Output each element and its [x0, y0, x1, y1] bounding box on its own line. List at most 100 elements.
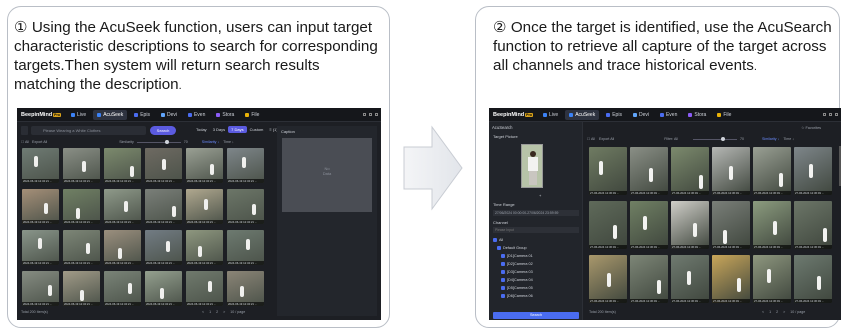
- time-filter-3[interactable]: Custom: [247, 126, 267, 133]
- result-thumbnail[interactable]: 2024-06-19 12:34:21 ...: [63, 148, 100, 183]
- result-thumbnail[interactable]: 27-06-2024 12:36:49 ...: [671, 147, 709, 195]
- result-thumbnail[interactable]: 27-06-2024 12:36:49 ...: [589, 147, 627, 195]
- result-thumbnail[interactable]: 2024-06-19 12:34:21 ...: [145, 148, 182, 183]
- result-thumbnail[interactable]: 2024-06-19 12:34:21 ...: [186, 148, 223, 183]
- result-thumbnail[interactable]: 2024-06-19 12:34:21 ...: [22, 271, 59, 306]
- result-thumbnail[interactable]: 2024-06-19 12:34:21 ...: [22, 189, 59, 224]
- time-filter-0[interactable]: Today: [193, 126, 210, 133]
- result-thumbnail[interactable]: 2024-06-19 12:34:21 ...: [186, 271, 223, 306]
- result-thumbnail[interactable]: 2024-06-19 12:34:21 ...: [145, 271, 182, 306]
- result-thumbnail[interactable]: 27-06-2024 12:36:49 ...: [589, 255, 627, 303]
- checkbox-icon[interactable]: [501, 254, 505, 258]
- result-thumbnail[interactable]: 2024-06-19 12:34:21 ...: [227, 230, 264, 265]
- result-thumbnail[interactable]: 2024-06-19 12:34:21 ...: [145, 189, 182, 224]
- pager-item[interactable]: >: [223, 310, 225, 314]
- sort-time[interactable]: Time ↓: [223, 140, 234, 144]
- checkbox-icon[interactable]: [501, 278, 505, 282]
- pager-item[interactable]: >: [783, 310, 785, 314]
- time-range-input[interactable]: 27/06/2024 00:00:00-27/06/2024 23:59:59: [493, 210, 579, 216]
- result-thumbnail[interactable]: 27-06-2024 12:36:49 ...: [712, 255, 750, 303]
- similarity-slider[interactable]: [693, 137, 737, 141]
- result-thumbnail[interactable]: 27-06-2024 12:36:49 ...: [671, 201, 709, 249]
- result-thumbnail[interactable]: 2024-06-19 12:34:21 ...: [186, 230, 223, 265]
- pager-item[interactable]: 10 / page: [790, 310, 805, 314]
- filter-select[interactable]: Filter: All: [664, 137, 678, 141]
- checkbox-icon[interactable]: [501, 286, 505, 290]
- result-thumbnail[interactable]: 2024-06-19 12:34:21 ...: [227, 189, 264, 224]
- result-thumbnail[interactable]: 27-06-2024 12:36:49 ...: [630, 255, 668, 303]
- result-thumbnail[interactable]: 27-06-2024 12:36:49 ...: [753, 147, 791, 195]
- minimize-icon[interactable]: [363, 113, 366, 116]
- channel-tree-item[interactable]: Default Group: [493, 244, 579, 252]
- channel-tree-item[interactable]: All: [493, 236, 579, 244]
- tab-stora[interactable]: Stora: [212, 110, 238, 120]
- result-scrollbar[interactable]: [839, 146, 841, 186]
- minimize-icon[interactable]: [823, 113, 826, 116]
- checkbox-icon[interactable]: [501, 262, 505, 266]
- pager-item[interactable]: 10 / page: [230, 310, 245, 314]
- tab-epis[interactable]: Epis: [130, 110, 154, 120]
- target-picture[interactable]: [521, 144, 543, 188]
- select-all-checkbox[interactable]: ☐ All: [21, 140, 29, 144]
- result-thumbnail[interactable]: 2024-06-19 12:34:21 ...: [145, 230, 182, 265]
- tab-acuseek[interactable]: AcuSeek: [93, 109, 128, 120]
- search-button[interactable]: Search: [150, 126, 176, 135]
- channel-tree-item[interactable]: [D1]Camera 01: [493, 252, 579, 260]
- sort-similarity[interactable]: Similarity ↓: [202, 140, 219, 144]
- target-picture-add-icon[interactable]: +: [539, 193, 541, 198]
- result-thumbnail[interactable]: 2024-06-19 12:34:21 ...: [104, 189, 141, 224]
- result-thumbnail[interactable]: 27-06-2024 12:36:49 ...: [630, 147, 668, 195]
- filter-toggle-icon[interactable]: [21, 126, 28, 135]
- channel-tree-item[interactable]: [D2]Camera 02: [493, 260, 579, 268]
- pager-item[interactable]: 2: [216, 310, 218, 314]
- tab-stora[interactable]: Stora: [684, 110, 710, 120]
- tab-even[interactable]: Even: [656, 110, 681, 120]
- result-thumbnail[interactable]: 2024-06-19 12:34:21 ...: [22, 230, 59, 265]
- tab-epis[interactable]: Epis: [602, 110, 626, 120]
- result-thumbnail[interactable]: 27-06-2024 12:36:49 ...: [753, 255, 791, 303]
- close-icon[interactable]: [835, 113, 838, 116]
- checkbox-icon[interactable]: [493, 238, 497, 242]
- tab-devi[interactable]: Devi: [629, 110, 653, 120]
- description-search-input[interactable]: Please Wearing a White Clothes: [31, 126, 146, 135]
- sort-similarity[interactable]: Similarity ↓: [762, 137, 779, 141]
- result-thumbnail[interactable]: 27-06-2024 12:36:49 ...: [794, 147, 832, 195]
- result-thumbnail[interactable]: 27-06-2024 12:36:49 ...: [794, 201, 832, 249]
- search-button[interactable]: Search: [493, 312, 579, 319]
- result-thumbnail[interactable]: 27-06-2024 12:36:49 ...: [753, 201, 791, 249]
- tab-acuseek[interactable]: AcuSeek: [565, 109, 600, 120]
- pager-item[interactable]: 1: [769, 310, 771, 314]
- channel-filter-input[interactable]: Please Input: [493, 227, 579, 233]
- channel-tree-item[interactable]: [D6]Camera 06: [493, 292, 579, 300]
- result-thumbnail[interactable]: 2024-06-19 12:34:21 ...: [227, 271, 264, 306]
- tab-file[interactable]: File: [713, 110, 735, 120]
- tab-devi[interactable]: Devi: [157, 110, 181, 120]
- similarity-slider[interactable]: [136, 140, 181, 144]
- tab-file[interactable]: File: [241, 110, 263, 120]
- channel-tree-item[interactable]: [D4]Camera 04: [493, 276, 579, 284]
- result-thumbnail[interactable]: 27-06-2024 12:36:49 ...: [794, 255, 832, 303]
- tab-even[interactable]: Even: [184, 110, 209, 120]
- favorites-button[interactable]: ☆ Favorites: [801, 125, 821, 130]
- result-thumbnail[interactable]: 27-06-2024 12:36:49 ...: [589, 201, 627, 249]
- checkbox-icon[interactable]: [501, 270, 505, 274]
- maximize-icon[interactable]: [369, 113, 372, 116]
- channel-tree-item[interactable]: [D5]Camera 05: [493, 284, 579, 292]
- pager-item[interactable]: 1: [209, 310, 211, 314]
- checkbox-icon[interactable]: [501, 294, 505, 298]
- time-filter-1[interactable]: 3 Days: [210, 126, 228, 133]
- select-all-checkbox[interactable]: ☐ All: [587, 137, 595, 141]
- result-thumbnail[interactable]: 2024-06-19 12:34:21 ...: [22, 148, 59, 183]
- result-thumbnail[interactable]: 2024-06-19 12:34:21 ...: [63, 189, 100, 224]
- close-icon[interactable]: [375, 113, 378, 116]
- result-thumbnail[interactable]: 2024-06-19 12:34:21 ...: [63, 271, 100, 306]
- pager-item[interactable]: 2: [776, 310, 778, 314]
- result-thumbnail[interactable]: 27-06-2024 12:36:49 ...: [671, 255, 709, 303]
- pager-item[interactable]: <: [762, 310, 764, 314]
- maximize-icon[interactable]: [829, 113, 832, 116]
- time-filter-2[interactable]: 7 Days: [228, 126, 247, 133]
- result-thumbnail[interactable]: 2024-06-19 12:34:21 ...: [104, 148, 141, 183]
- tab-live[interactable]: Live: [539, 110, 562, 120]
- channel-tree-item[interactable]: [D3]Camera 03: [493, 268, 579, 276]
- sort-time[interactable]: Time ↓: [783, 137, 794, 141]
